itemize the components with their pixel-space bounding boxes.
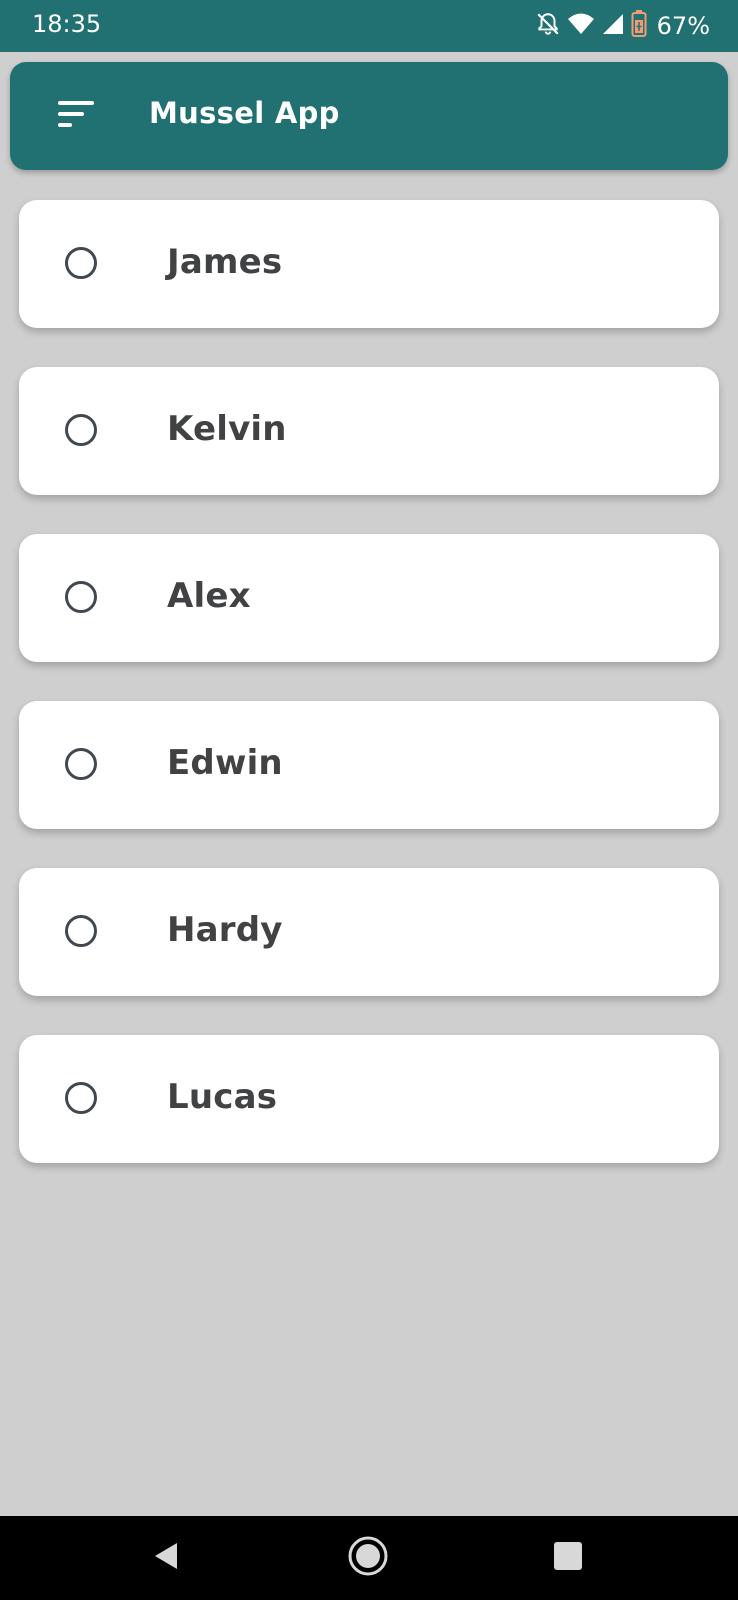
sort-menu-icon: [56, 98, 96, 134]
list-item-label: James: [167, 242, 283, 282]
name-list: James Kelvin Alex Edwin Hardy Lucas: [19, 200, 719, 1202]
radio-button[interactable]: [65, 915, 97, 947]
battery-percent: 67%: [656, 12, 710, 40]
list-item[interactable]: Edwin: [19, 701, 719, 829]
back-icon: [151, 1540, 181, 1576]
list-item-label: Edwin: [167, 743, 283, 783]
radio-button[interactable]: [65, 1082, 97, 1114]
radio-button[interactable]: [65, 414, 97, 446]
back-button[interactable]: [144, 1536, 188, 1580]
battery-saver-icon: [631, 10, 647, 42]
notifications-off-icon: [535, 11, 561, 41]
list-item[interactable]: James: [19, 200, 719, 328]
navigation-bar: [0, 1516, 738, 1600]
wifi-icon: [567, 12, 595, 40]
list-item-label: Lucas: [167, 1077, 278, 1117]
cell-signal-icon: [601, 12, 625, 40]
status-bar: 18:35 67%: [0, 0, 738, 52]
radio-button[interactable]: [65, 748, 97, 780]
recents-button[interactable]: [546, 1536, 590, 1580]
radio-button[interactable]: [65, 247, 97, 279]
list-item-label: Alex: [167, 576, 251, 616]
app-bar: Mussel App: [10, 62, 728, 170]
app-title: Mussel App: [149, 96, 340, 130]
list-item-label: Kelvin: [167, 409, 287, 449]
menu-button[interactable]: [54, 94, 98, 138]
radio-button[interactable]: [65, 581, 97, 613]
status-icons: 67%: [535, 10, 710, 42]
list-item[interactable]: Alex: [19, 534, 719, 662]
list-item-label: Hardy: [167, 910, 283, 950]
list-item[interactable]: Kelvin: [19, 367, 719, 495]
status-time: 18:35: [32, 10, 102, 38]
list-item[interactable]: Hardy: [19, 868, 719, 996]
home-icon: [347, 1535, 389, 1581]
home-button[interactable]: [346, 1536, 390, 1580]
list-item[interactable]: Lucas: [19, 1035, 719, 1163]
recents-icon: [553, 1541, 583, 1575]
